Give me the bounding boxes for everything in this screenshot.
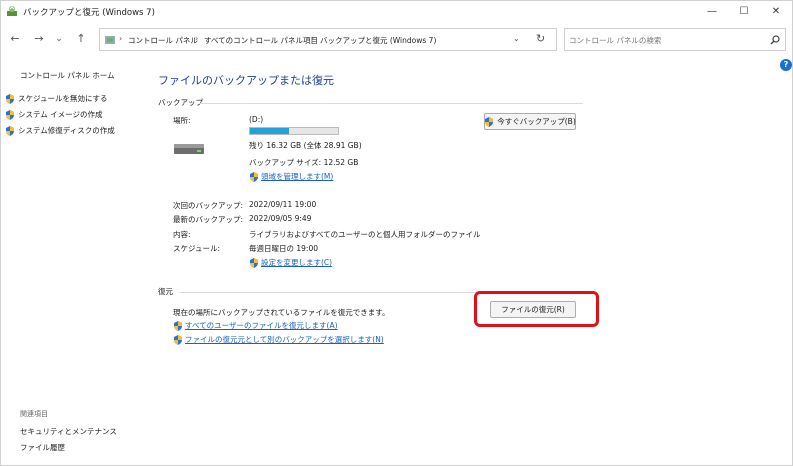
backup-section-divider [199, 103, 583, 104]
forward-arrow-icon[interactable]: → [31, 31, 47, 47]
uac-shield-icon [174, 334, 182, 345]
restore-section-label: 復元 [158, 287, 173, 296]
uac-shield-icon [485, 116, 494, 127]
breadcrumb-backup-restore[interactable]: バックアップと復元 (Windows 7) [320, 35, 436, 46]
contents-label: 内容: [173, 230, 191, 239]
create-system-image-link[interactable]: システム イメージの作成 [5, 109, 103, 120]
address-dropdown-icon[interactable]: ⌄ [513, 34, 520, 43]
breadcrumb-separator: › [195, 34, 199, 43]
search-icon[interactable] [769, 34, 781, 46]
search-input[interactable] [569, 33, 759, 47]
highlight-box [474, 291, 599, 327]
drive-icon [174, 144, 204, 154]
window-title: バックアップと復元 (Windows 7) [23, 8, 155, 18]
uac-shield-icon [250, 257, 258, 268]
title-bar: バックアップと復元 (Windows 7) — ☐ ✕ [1, 1, 792, 23]
restore-description: 現在の場所にバックアップされているファイルを復元できます。 [173, 308, 390, 317]
minimize-icon: — [707, 5, 717, 17]
breadcrumb-all-items[interactable]: すべてのコントロール パネル項目 [204, 35, 318, 46]
uac-shield-icon [250, 171, 258, 182]
restore-all-users-label: すべてのユーザーのファイルを復元します(A) [185, 321, 338, 330]
last-backup-value: 2022/09/05 9:49 [249, 214, 312, 223]
backup-restore-app-icon [7, 6, 17, 16]
page-title: ファイルのバックアップまたは復元 [158, 74, 334, 87]
drive-usage-fill [250, 128, 289, 134]
manage-space-label: 領域を管理します(M) [261, 172, 334, 181]
schedule-label: スケジュール: [173, 244, 221, 253]
breadcrumb-separator: › [311, 34, 315, 43]
select-other-backup-label: ファイルの復元元として別のバックアップを選択します(N) [185, 335, 384, 344]
manage-space-link[interactable]: 領域を管理します(M) [249, 171, 333, 182]
restore-all-users-link[interactable]: すべてのユーザーのファイルを復元します(A) [173, 320, 338, 331]
see-also-heading: 関連項目 [20, 410, 48, 418]
contents-value: ライブラリおよびすべてのユーザーのと個人用フォルダーのファイル [249, 230, 481, 239]
close-button[interactable]: ✕ [761, 1, 791, 21]
recent-locations-icon[interactable]: ⌄ [51, 31, 67, 47]
uac-shield-icon [6, 93, 14, 104]
change-settings-link[interactable]: 設定を変更します(C) [249, 257, 332, 268]
backup-drive-label: (D:) [249, 115, 264, 124]
create-system-image-label: システム イメージの作成 [18, 110, 103, 119]
schedule-value: 毎週日曜日の 19:00 [249, 244, 318, 253]
breadcrumb-separator: › [119, 34, 123, 43]
search-box[interactable] [564, 28, 786, 51]
back-arrow-icon[interactable]: ← [7, 31, 23, 47]
maximize-icon: ☐ [739, 5, 749, 17]
drive-usage-bar [249, 127, 339, 135]
last-backup-label: 最新のバックアップ: [173, 215, 244, 224]
minimize-button[interactable]: — [697, 1, 727, 21]
backup-now-button[interactable]: 今すぐバックアップ(B) [484, 113, 576, 130]
refresh-icon[interactable]: ↻ [536, 32, 545, 45]
uac-shield-icon [174, 320, 182, 331]
uac-shield-icon [6, 109, 14, 120]
security-maintenance-link[interactable]: セキュリティとメンテナンス [20, 426, 117, 437]
location-label: 場所: [173, 116, 191, 125]
file-history-link[interactable]: ファイル履歴 [20, 442, 65, 453]
control-panel-home-link[interactable]: コントロール パネル ホーム [20, 70, 115, 81]
create-repair-disc-label: システム修復ディスクの作成 [18, 126, 115, 135]
backup-section-label: バックアップ [158, 98, 203, 107]
navigation-bar: ← → ⌄ ↑ › コントロール パネル › すべてのコントロール パネル項目 … [1, 27, 792, 53]
disable-schedule-link[interactable]: スケジュールを無効にする [5, 93, 108, 104]
uac-shield-icon [6, 125, 14, 136]
control-panel-icon [105, 36, 115, 44]
breadcrumb-control-panel[interactable]: コントロール パネル [128, 35, 198, 46]
backup-now-label: 今すぐバックアップ(B) [497, 117, 576, 126]
close-icon: ✕ [771, 5, 781, 17]
free-space-text: 残り 16.32 GB (全体 28.91 GB) [249, 141, 362, 150]
create-repair-disc-link[interactable]: システム修復ディスクの作成 [5, 125, 115, 136]
address-bar[interactable]: › コントロール パネル › すべてのコントロール パネル項目 › バックアップ… [99, 28, 557, 51]
backup-size-text: バックアップ サイズ: 12.52 GB [249, 158, 359, 167]
select-other-backup-link[interactable]: ファイルの復元元として別のバックアップを選択します(N) [173, 334, 384, 345]
help-icon[interactable]: ? [780, 59, 792, 71]
maximize-button[interactable]: ☐ [729, 1, 759, 21]
disable-schedule-label: スケジュールを無効にする [18, 94, 108, 103]
up-arrow-icon[interactable]: ↑ [73, 31, 89, 47]
change-settings-label: 設定を変更します(C) [261, 258, 333, 267]
control-panel-window: バックアップと復元 (Windows 7) — ☐ ✕ ← → ⌄ ↑ › コン… [0, 0, 793, 466]
next-backup-label: 次回のバックアップ: [173, 201, 244, 210]
next-backup-value: 2022/09/11 19:00 [249, 200, 317, 209]
